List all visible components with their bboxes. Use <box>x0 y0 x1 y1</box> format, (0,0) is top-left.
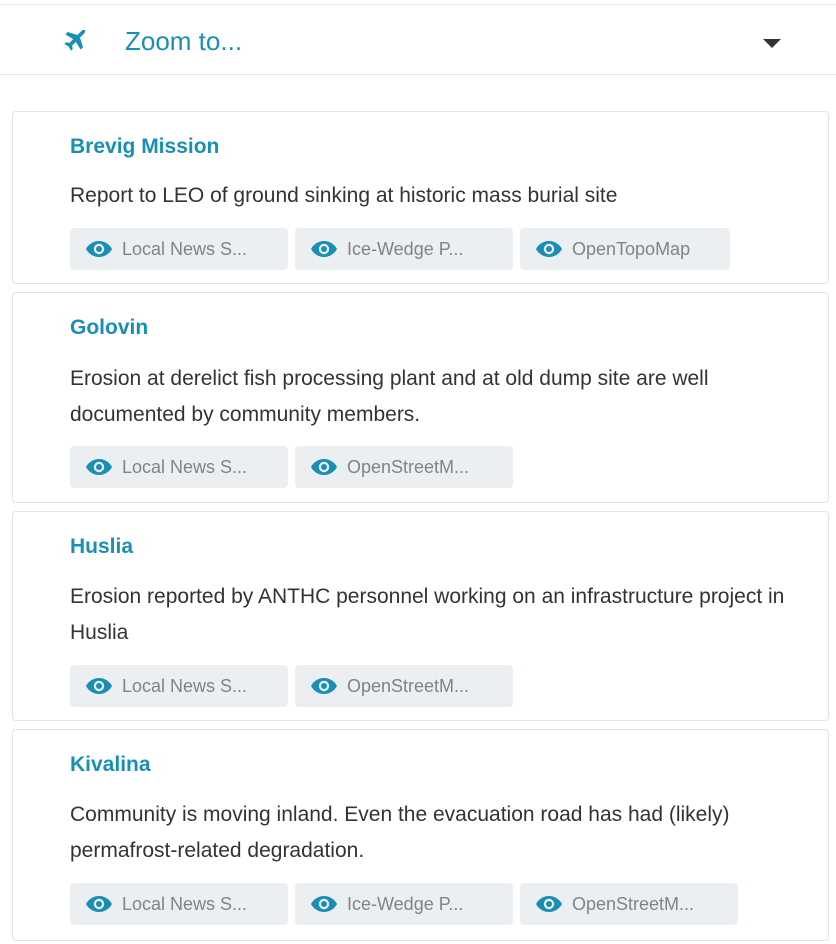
layer-chip[interactable]: Ice-Wedge P... <box>295 228 513 270</box>
layer-chip[interactable]: OpenTopoMap <box>520 228 730 270</box>
layer-chip-label: OpenTopoMap <box>572 238 691 259</box>
layer-chip[interactable]: Local News S... <box>70 883 288 925</box>
eye-icon <box>311 896 337 912</box>
layer-chip[interactable]: Local News S... <box>70 446 288 488</box>
location-card: Kivalina Community is moving inland. Eve… <box>12 729 829 941</box>
layer-chip[interactable]: Local News S... <box>70 228 288 270</box>
location-title-link[interactable]: Huslia <box>70 534 133 560</box>
zoom-to-label: Zoom to... <box>125 26 243 56</box>
eye-icon <box>86 678 112 694</box>
layer-chip-label: Local News S... <box>122 893 248 914</box>
plane-icon <box>64 29 86 51</box>
location-description: Erosion reported by ANTHC personnel work… <box>70 585 785 644</box>
location-card: Golovin Erosion at derelict fish process… <box>12 292 829 503</box>
location-title-link[interactable]: Kivalina <box>70 752 151 778</box>
layer-chip-label: Local News S... <box>122 238 248 259</box>
layer-chip-label: OpenStreetM... <box>347 675 470 696</box>
location-card: Brevig Mission Report to LEO of ground s… <box>12 111 829 284</box>
layer-chips: Local News S... OpenStreetM... <box>70 665 513 707</box>
layer-chips: Local News S... Ice-Wedge P... OpenStree… <box>70 883 738 925</box>
caret-down-icon[interactable] <box>763 39 781 48</box>
layer-chip-label: Ice-Wedge P... <box>347 893 464 914</box>
layer-chip-label: OpenStreetM... <box>572 893 695 914</box>
location-description: Report to LEO of ground sinking at histo… <box>70 184 618 207</box>
layer-chip-label: Ice-Wedge P... <box>347 238 464 259</box>
layer-chip[interactable]: Local News S... <box>70 665 288 707</box>
location-title-link[interactable]: Golovin <box>70 315 148 341</box>
location-description: Community is moving inland. Even the eva… <box>70 803 730 862</box>
layer-chips: Local News S... Ice-Wedge P... OpenTopoM… <box>70 228 730 270</box>
eye-icon <box>86 241 112 257</box>
page: Zoom to... Brevig Mission Report to LEO … <box>0 0 836 944</box>
eye-icon <box>311 241 337 257</box>
layer-chip[interactable]: Ice-Wedge P... <box>295 883 513 925</box>
layer-chip[interactable]: OpenStreetM... <box>295 665 513 707</box>
layer-chip-label: Local News S... <box>122 456 248 477</box>
layer-chip-label: Local News S... <box>122 675 248 696</box>
eye-icon <box>86 896 112 912</box>
location-description: Erosion at derelict fish processing plan… <box>70 367 709 426</box>
location-card: Huslia Erosion reported by ANTHC personn… <box>12 511 829 721</box>
layer-chip[interactable]: OpenStreetM... <box>520 883 738 925</box>
location-title-link[interactable]: Brevig Mission <box>70 134 219 160</box>
eye-icon <box>536 241 562 257</box>
layer-chip-label: OpenStreetM... <box>347 456 470 477</box>
eye-icon <box>86 459 112 475</box>
eye-icon <box>536 896 562 912</box>
eye-icon <box>311 459 337 475</box>
layer-chip[interactable]: OpenStreetM... <box>295 446 513 488</box>
zoom-to-dropdown[interactable]: Zoom to... <box>0 4 836 75</box>
eye-icon <box>311 678 337 694</box>
layer-chips: Local News S... OpenStreetM... <box>70 446 513 488</box>
